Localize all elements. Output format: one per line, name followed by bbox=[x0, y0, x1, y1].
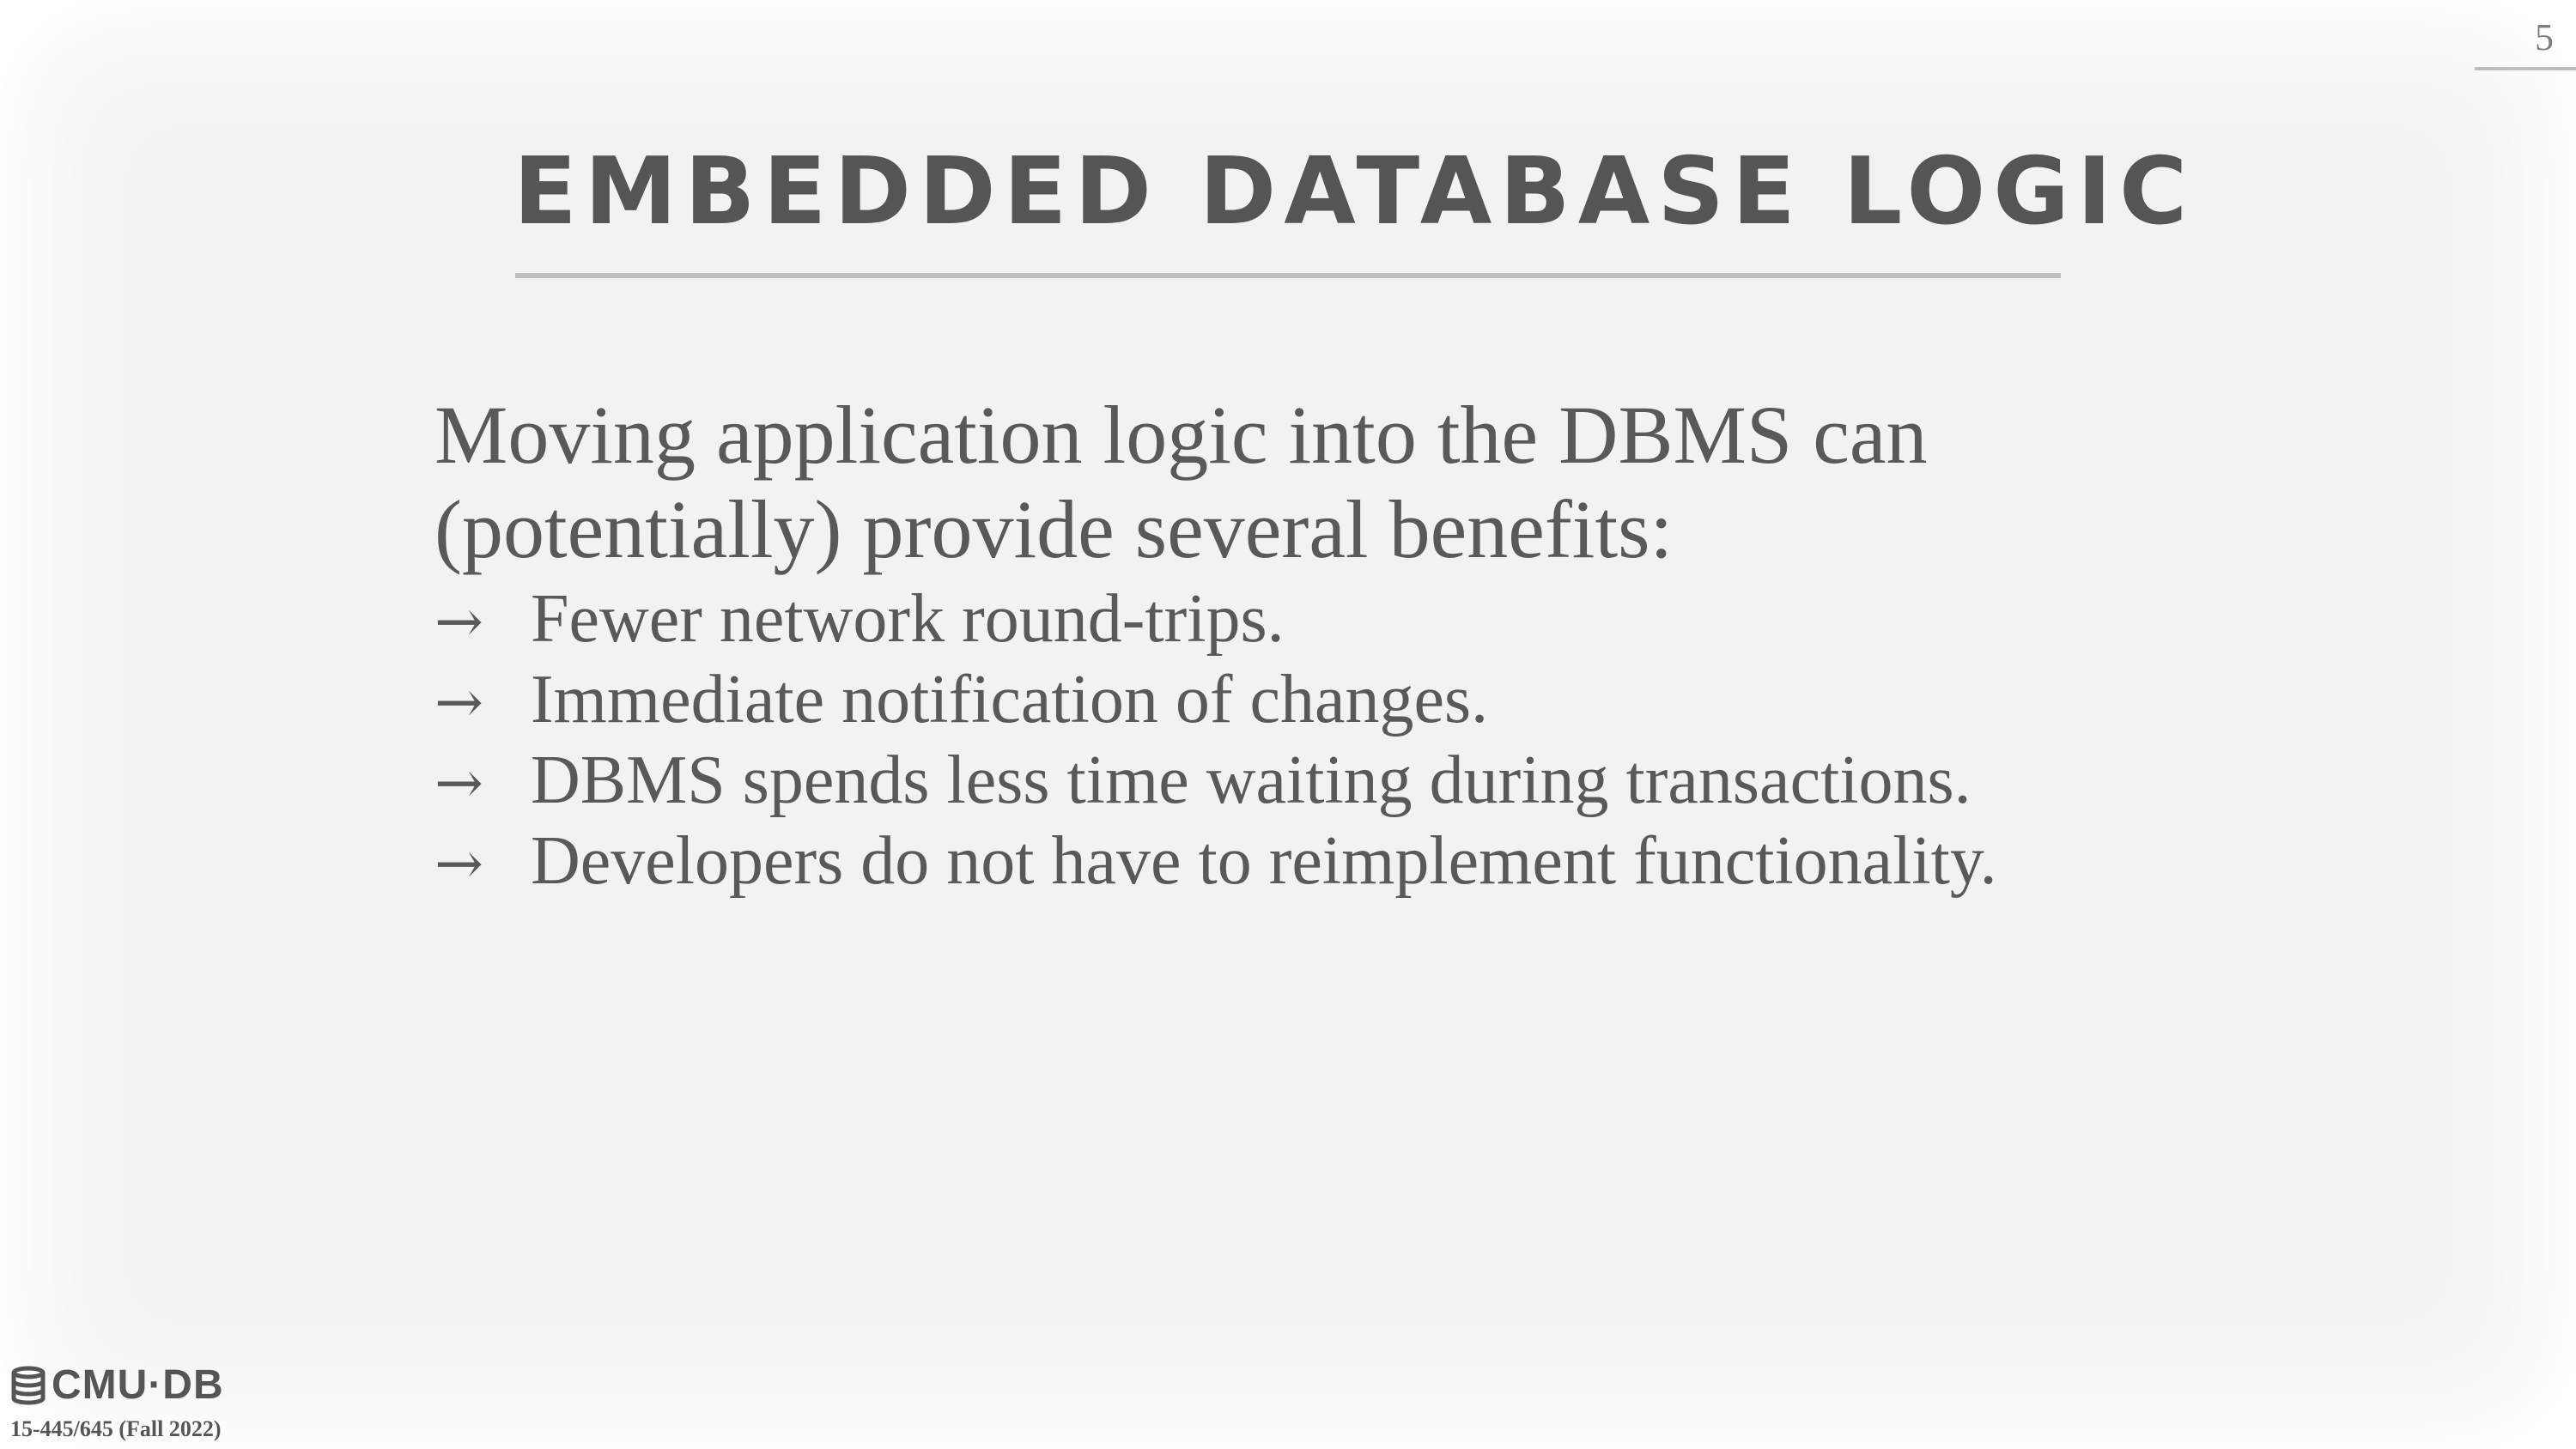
bullet-text: Immediate notification of changes. bbox=[531, 662, 1489, 737]
bullet-item: → Fewer network round-trips. bbox=[434, 580, 2152, 661]
bullet-text: Developers do not have to reimplement fu… bbox=[531, 823, 1997, 899]
cmu-db-logo: CMU·DB bbox=[10, 1365, 224, 1406]
slide-body: Moving application logic into the DBMS c… bbox=[434, 388, 2152, 903]
bullet-text: Fewer network round-trips. bbox=[531, 581, 1285, 657]
bullet-item: → Immediate notification of changes. bbox=[434, 661, 2152, 742]
lead-paragraph: Moving application logic into the DBMS c… bbox=[434, 389, 1928, 575]
course-label: 15-445/645 (Fall 2022) bbox=[10, 1416, 222, 1441]
page-number: 5 bbox=[2535, 16, 2554, 58]
arrow-icon: → bbox=[434, 830, 483, 898]
slide-title: EMBEDDED DATABASE LOGIC bbox=[513, 138, 2196, 246]
bullet-item: → DBMS spends less time waiting during t… bbox=[434, 742, 2152, 822]
logo-text: CMU·DB bbox=[52, 1362, 224, 1408]
page-number-rule bbox=[2475, 67, 2576, 70]
database-stack-icon bbox=[11, 1366, 46, 1405]
bullet-list: → Fewer network round-trips. → Immediate… bbox=[434, 580, 2152, 903]
arrow-icon: → bbox=[434, 669, 483, 737]
arrow-icon: → bbox=[434, 749, 483, 817]
bullet-item: → Developers do not have to reimplement … bbox=[434, 822, 2152, 903]
slide: 5 EMBEDDED DATABASE LOGIC Moving applica… bbox=[0, 0, 2576, 1449]
title-underline bbox=[515, 273, 2061, 278]
arrow-icon: → bbox=[434, 588, 483, 656]
bullet-text: DBMS spends less time waiting during tra… bbox=[531, 743, 1971, 818]
